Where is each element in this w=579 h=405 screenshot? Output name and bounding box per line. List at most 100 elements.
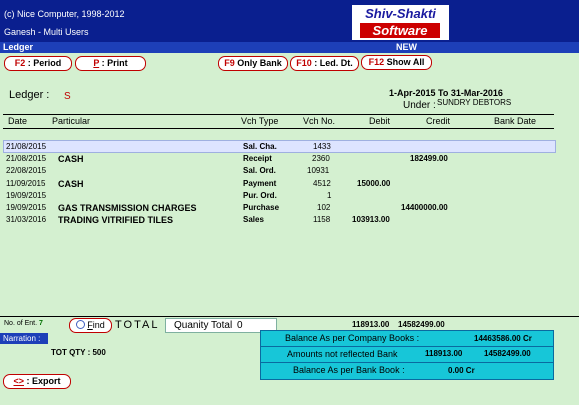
table-row[interactable]: 22/08/2015 Sal. Ord. 10931 xyxy=(0,166,579,178)
row-vch-type: Sal. Cha. xyxy=(243,142,277,151)
total-label: TOTAL xyxy=(115,319,160,331)
row-date: 21/08/2015 xyxy=(6,142,47,151)
ledger-date-button[interactable]: F10 : Led. Dt. xyxy=(290,56,359,71)
row-vch-type: Purchase xyxy=(243,203,280,212)
title-bar: (c) Nice Computer, 1998-2012 Ganesh - Mu… xyxy=(0,0,579,42)
row-particular: TRADING VITRIFIED TILES xyxy=(58,215,174,225)
row-vch-no: 4512 xyxy=(313,179,331,188)
only-bank-label: Only Bank xyxy=(237,58,282,68)
row-date: 31/03/2016 xyxy=(6,215,47,224)
total-credit: 14582499.00 xyxy=(398,320,445,329)
row-vch-no: 2360 xyxy=(312,154,330,163)
footer-divider xyxy=(0,316,579,317)
print-label: : Print xyxy=(101,58,128,68)
quantity-total-value: 0 xyxy=(237,320,243,331)
table-row[interactable]: 11/09/2015 CASH Payment 4512 15000.00 xyxy=(0,179,579,191)
row-vch-no: 1158 xyxy=(313,215,331,224)
narration-label: Narration : xyxy=(0,333,48,344)
export-label: : Export xyxy=(26,376,61,386)
col-vch-type: Vch Type xyxy=(241,116,279,126)
screen-title-bar: Ledger NEW xyxy=(0,42,579,53)
app-logo: Shiv-Shakti Software xyxy=(351,4,450,41)
copyright-text: (c) Nice Computer, 1998-2012 xyxy=(4,9,125,19)
export-button[interactable]: <> : Export xyxy=(3,374,71,389)
row-debit: 15000.00 xyxy=(357,179,391,188)
row-particular: CASH xyxy=(58,154,84,164)
row-date: 19/09/2015 xyxy=(6,203,47,212)
row-vch-no: 102 xyxy=(317,203,331,212)
period-button[interactable]: F2 : Period xyxy=(4,56,72,71)
company-balance-value: 14463586.00 Cr xyxy=(474,334,532,343)
col-bank-date: Bank Date xyxy=(494,116,537,126)
user-info: Ganesh - Multi Users xyxy=(4,27,89,37)
entry-count-label: No. of Ent. xyxy=(4,320,38,327)
col-vch-no: Vch No. xyxy=(303,116,336,126)
screen-title: Ledger xyxy=(3,42,34,52)
row-vch-type: Payment xyxy=(243,179,277,188)
bank-reconciliation-panel: Balance As per Company Books : 14463586.… xyxy=(260,330,554,380)
row-vch-no: 1 xyxy=(327,191,332,200)
period-label: : Period xyxy=(27,58,62,68)
row-debit: 103913.00 xyxy=(352,215,390,224)
total-quantity: TOT QTY : 500 xyxy=(51,348,106,357)
under-label: Under : xyxy=(403,100,436,111)
ledger-date-label: : Led. Dt. xyxy=(314,58,353,68)
total-debit: 118913.00 xyxy=(352,320,390,329)
only-bank-key: F9 xyxy=(224,58,235,68)
bank-balance-label: Balance As per Bank Book : xyxy=(293,365,405,375)
only-bank-button[interactable]: F9 Only Bank xyxy=(218,56,288,71)
ledger-label: Ledger : xyxy=(9,89,50,101)
row-credit: 182499.00 xyxy=(410,154,448,163)
ledger-date-key: F10 xyxy=(296,58,312,68)
row-particular: CASH xyxy=(58,179,84,189)
col-debit: Debit xyxy=(369,116,391,126)
row-particular: GAS TRANSMISSION CHARGES xyxy=(58,203,197,213)
ledger-name-field[interactable]: S xyxy=(64,91,71,102)
find-button[interactable]: Find xyxy=(69,318,112,333)
row-vch-no: 1433 xyxy=(313,142,331,151)
table-row[interactable]: 31/03/2016 TRADING VITRIFIED TILES Sales… xyxy=(0,215,579,227)
col-date: Date xyxy=(8,116,28,126)
row-vch-no: 10931 xyxy=(307,166,330,175)
table-row[interactable]: 19/09/2015 GAS TRANSMISSION CHARGES Purc… xyxy=(0,203,579,215)
logo-top-text: Shiv-Shakti xyxy=(365,6,436,21)
col-particular: Particular xyxy=(52,116,91,126)
not-reflected-label: Amounts not reflected Bank xyxy=(287,349,398,359)
period-range: 1-Apr-2015 To 31-Mar-2016 xyxy=(389,88,503,98)
under-group: SUNDRY DEBTORS xyxy=(437,98,512,107)
row-vch-type: Pur. Ord. xyxy=(243,191,277,200)
row-date: 21/08/2015 xyxy=(6,154,47,163)
table-row[interactable]: 19/09/2015 Pur. Ord. 1 xyxy=(0,191,579,203)
not-reflected-credit: 14582499.00 xyxy=(484,349,531,358)
bank-balance-value: 0.00 Cr xyxy=(448,366,475,375)
not-reflected-debit: 118913.00 xyxy=(425,349,463,358)
show-all-label: Show All xyxy=(386,57,425,67)
row-date: 11/09/2015 xyxy=(6,179,46,188)
row-vch-type: Sal. Ord. xyxy=(243,166,276,175)
table-header: Date Particular Vch Type Vch No. Debit C… xyxy=(3,114,554,129)
print-button[interactable]: P : Print xyxy=(75,56,146,71)
print-key: P xyxy=(93,58,100,68)
show-all-button[interactable]: F12 Show All xyxy=(361,55,432,70)
panel-divider xyxy=(261,362,553,363)
period-key: F2 xyxy=(14,58,26,68)
quantity-total-label: Quanity Total xyxy=(174,320,233,331)
find-label: ind xyxy=(92,320,105,330)
entry-count: No. of Ent. 7 xyxy=(4,320,43,327)
panel-divider xyxy=(261,346,553,347)
search-icon xyxy=(76,320,86,329)
row-vch-type: Sales xyxy=(243,215,264,224)
mode-indicator: NEW xyxy=(396,42,417,52)
entry-count-value: 7 xyxy=(39,320,43,327)
export-key: <> xyxy=(13,376,24,386)
row-vch-type: Receipt xyxy=(243,154,272,163)
show-all-key: F12 xyxy=(368,57,385,67)
row-date: 22/08/2015 xyxy=(6,166,47,175)
table-row[interactable]: 21/08/2015 Sal. Cha. 1433 xyxy=(0,142,579,154)
col-credit: Credit xyxy=(426,116,451,126)
logo-bottom-text: Software xyxy=(360,23,440,38)
row-date: 19/09/2015 xyxy=(6,191,47,200)
table-row[interactable]: 21/08/2015 CASH Receipt 2360 182499.00 xyxy=(0,154,579,166)
company-balance-label: Balance As per Company Books : xyxy=(285,333,420,343)
row-credit: 14400000.00 xyxy=(401,203,448,212)
